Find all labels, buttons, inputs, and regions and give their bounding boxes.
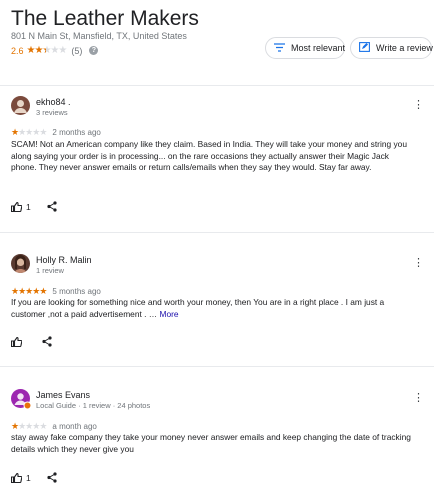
star-full-icon: ★: [26, 45, 36, 56]
star-full-icon: ★: [39, 286, 47, 296]
star-half-icon: ★: [42, 45, 51, 56]
rating-value: 2.6: [11, 45, 24, 56]
review-date: a month ago: [52, 422, 97, 431]
star-empty-icon: ★: [39, 127, 47, 137]
star-full-icon: ★: [25, 286, 33, 296]
review-rating-row: ★ ★ ★ ★ ★ 2 months ago: [11, 127, 101, 138]
star-full-icon: ★: [18, 286, 26, 296]
star-empty-icon: ★: [58, 45, 67, 56]
review-author[interactable]: ekho84 .: [36, 97, 71, 107]
star-full-icon: ★: [34, 45, 43, 56]
star-full-icon: ★: [11, 286, 19, 296]
like-button[interactable]: [11, 336, 26, 347]
star-empty-icon: ★: [18, 421, 26, 431]
star-empty-icon: ★: [39, 421, 47, 431]
share-button[interactable]: [42, 336, 52, 347]
review-text: If you are looking for something nice an…: [11, 297, 416, 320]
thumbs-up-icon: [11, 201, 22, 212]
like-button[interactable]: 1: [11, 472, 31, 483]
review-actions: 1: [11, 201, 57, 212]
review-text: SCAM! Not an American company like they …: [11, 139, 407, 172]
review-actions: 1: [11, 472, 57, 483]
avatar[interactable]: [11, 96, 30, 115]
review-stars: ★ ★ ★ ★ ★: [11, 421, 47, 432]
star-empty-icon: ★: [32, 127, 40, 137]
review-author[interactable]: Holly R. Malin: [36, 255, 92, 265]
like-count: 1: [26, 201, 31, 212]
business-header: The Leather Makers 801 N Main St, Mansfi…: [0, 0, 434, 88]
more-options-icon[interactable]: ⋮: [413, 256, 424, 270]
review-date: 5 months ago: [52, 287, 101, 296]
star-empty-icon: ★: [32, 421, 40, 431]
star-empty-icon: ★: [50, 45, 59, 56]
write-review-button[interactable]: Write a review: [350, 37, 433, 59]
share-icon: [42, 336, 52, 347]
review-rating-row: ★ ★ ★ ★ ★ a month ago: [11, 421, 97, 432]
review-author-meta: Local Guide · 1 review · 24 photos: [36, 401, 151, 410]
star-empty-icon: ★: [25, 421, 33, 431]
star-empty-icon: ★: [25, 127, 33, 137]
review-author[interactable]: James Evans: [36, 390, 90, 400]
review-divider: [0, 366, 434, 367]
business-address: 801 N Main St, Mansfield, TX, United Sta…: [11, 31, 187, 41]
share-icon: [47, 472, 57, 483]
review-card: ekho84 . 3 reviews ⋮ ★ ★ ★ ★ ★ 2 months ago …: [0, 88, 434, 230]
review-text-body: If you are looking for something nice an…: [11, 297, 385, 319]
review-card: Holly R. Malin 1 review ⋮ ★ ★ ★ ★ ★ 5 months…: [0, 245, 434, 363]
more-options-icon[interactable]: ⋮: [413, 391, 424, 405]
share-icon: [47, 201, 57, 212]
thumbs-up-icon: [11, 472, 22, 483]
more-link[interactable]: More: [160, 309, 179, 319]
more-options-icon[interactable]: ⋮: [413, 98, 424, 112]
review-text: stay away fake company they take your mo…: [11, 432, 411, 454]
star-full-icon: ★: [11, 421, 19, 431]
help-icon[interactable]: ?: [89, 46, 99, 55]
rating-stars: ★ ★ ★ ★ ★: [26, 45, 68, 56]
like-button[interactable]: 1: [11, 201, 31, 212]
business-rating: 2.6 ★★★★★ (5) ?: [11, 45, 99, 56]
share-button[interactable]: [47, 201, 57, 212]
write-review-label: Write a review: [376, 43, 433, 53]
like-count: 1: [26, 472, 31, 483]
review-author-meta: 1 review: [36, 266, 64, 275]
avatar[interactable]: [11, 389, 32, 410]
review-stars: ★ ★ ★ ★ ★: [11, 286, 47, 297]
review-divider: [0, 232, 434, 233]
review-card: James Evans Local Guide · 1 review · 24 …: [0, 380, 434, 500]
sort-button[interactable]: Most relevant: [265, 37, 345, 59]
review-count: (5): [71, 45, 83, 56]
star-empty-icon: ★: [18, 127, 26, 137]
review-rating-row: ★ ★ ★ ★ ★ 5 months ago: [11, 286, 101, 297]
header-divider: [0, 85, 434, 86]
sort-icon: [274, 42, 285, 54]
review-date: 2 months ago: [52, 128, 101, 137]
review-actions: [11, 336, 52, 347]
star-full-icon: ★: [11, 127, 19, 137]
thumbs-up-icon: [11, 336, 22, 347]
write-review-icon: [359, 42, 370, 54]
sort-label: Most relevant: [291, 43, 346, 53]
review-stars: ★ ★ ★ ★ ★: [11, 127, 47, 138]
share-button[interactable]: [47, 472, 57, 483]
business-name: The Leather Makers: [11, 7, 199, 30]
avatar[interactable]: [11, 254, 30, 273]
star-full-icon: ★: [32, 286, 40, 296]
review-author-meta: 3 reviews: [36, 108, 68, 117]
